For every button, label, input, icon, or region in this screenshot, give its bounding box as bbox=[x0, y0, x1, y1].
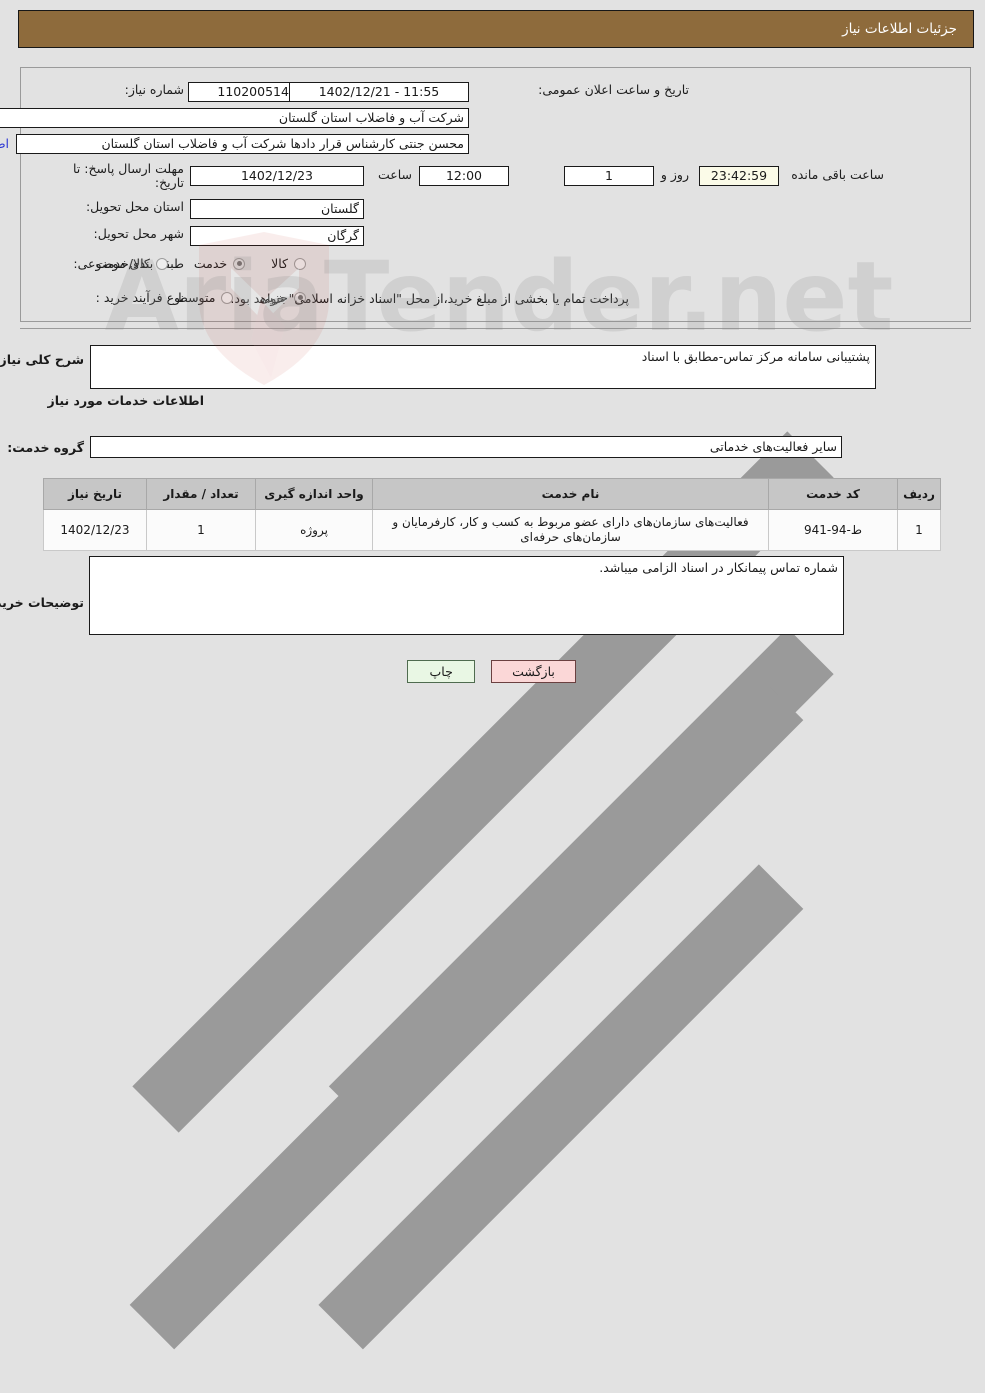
process-option-label: متوسط bbox=[177, 290, 217, 305]
remaining-days-value: 1 bbox=[565, 166, 655, 186]
table-header-code: کد خدمت bbox=[769, 478, 899, 510]
need-info-panel bbox=[21, 67, 972, 322]
buyer-contact-link[interactable]: اطلاعات تماس خریدار bbox=[0, 136, 10, 151]
cell-code: ط-94-941 bbox=[769, 509, 899, 551]
back-button[interactable]: بازگشت bbox=[492, 660, 577, 683]
province-row: استان محل تحویل: bbox=[63, 199, 185, 214]
deadline-date-value: 1402/12/23 bbox=[191, 166, 365, 186]
category-option-label: کالا bbox=[272, 256, 289, 271]
cell-date: 1402/12/23 bbox=[44, 509, 148, 551]
button-bar: بازگشت چاپ bbox=[0, 660, 985, 683]
announce-datetime-label-wrap: تاریخ و ساعت اعلان عمومی: bbox=[539, 82, 690, 97]
hour-label: ساعت bbox=[378, 167, 413, 182]
city-label: شهر محل تحویل: bbox=[94, 226, 185, 241]
buyer-notes-label: توضیحات خریدار: bbox=[0, 595, 85, 610]
announce-datetime-label: تاریخ و ساعت اعلان عمومی: bbox=[539, 82, 690, 97]
deadline-label: مهلت ارسال پاسخ: تا تاریخ: bbox=[74, 161, 185, 190]
table-header-radif: ردیف bbox=[898, 478, 942, 510]
table-header-row: ردیف کد خدمت نام خدمت واحد اندازه گیری ت… bbox=[44, 478, 942, 510]
cell-qty: 1 bbox=[147, 509, 257, 551]
table-header-unit: واحد اندازه گیری bbox=[256, 478, 374, 510]
days-and-label: روز و bbox=[661, 167, 690, 182]
deadline-label-wrap: مهلت ارسال پاسخ: تا تاریخ: bbox=[60, 162, 185, 190]
description-textarea[interactable]: پشتیبانی سامانه مرکز تماس-مطابق با اسناد bbox=[91, 345, 877, 389]
radio-icon[interactable] bbox=[234, 257, 247, 270]
cell-radif: 1 bbox=[898, 509, 942, 551]
table-header-name: نام خدمت bbox=[373, 478, 770, 510]
buyer-org-value: شرکت آب و فاضلاب استان گلستان bbox=[0, 108, 470, 128]
category-option-kala-khedmat[interactable]: کالا/خدمت bbox=[96, 256, 169, 271]
city-value: گرگان bbox=[191, 226, 365, 246]
page-title: جزئیات اطلاعات نیاز bbox=[843, 21, 958, 37]
resize-grip-icon[interactable] bbox=[90, 635, 845, 1390]
table-row: 1 ط-94-941 فعالیت‌های سازمان‌های دارای ع… bbox=[44, 509, 942, 551]
radio-icon[interactable] bbox=[156, 257, 169, 270]
description-label: شرح کلی نیاز: bbox=[0, 352, 85, 367]
deadline-time-value: 12:00 bbox=[420, 166, 510, 186]
category-option-label: خدمت bbox=[194, 256, 229, 271]
page-header: جزئیات اطلاعات نیاز bbox=[19, 10, 975, 48]
remaining-time-value: 23:42:59 bbox=[700, 166, 780, 186]
process-option-motavaset[interactable]: متوسط bbox=[177, 290, 235, 305]
table-header-qty: تعداد / مقدار bbox=[147, 478, 257, 510]
cell-unit: پروژه bbox=[256, 509, 374, 551]
service-group-value: سایر فعالیت‌های خدماتی bbox=[91, 436, 843, 458]
category-option-kala[interactable]: کالا bbox=[272, 256, 307, 271]
city-row: شهر محل تحویل: bbox=[63, 226, 185, 241]
services-section-title: اطلاعات خدمات مورد نیاز bbox=[48, 393, 206, 408]
buyer-notes-textarea[interactable]: شماره تماس پیمانکار در اسناد الزامی میبا… bbox=[90, 556, 845, 635]
service-group-label: گروه خدمت: bbox=[8, 440, 85, 455]
category-option-khedmat[interactable]: خدمت bbox=[194, 256, 247, 271]
category-option-label: کالا/خدمت bbox=[96, 256, 151, 271]
category-radio-group[interactable]: کالا خدمت کالا/خدمت bbox=[70, 256, 307, 271]
process-note: پرداخت تمام یا بخشی از مبلغ خرید،از محل … bbox=[231, 291, 630, 306]
radio-icon[interactable] bbox=[295, 257, 307, 270]
need-number-row: شماره نیاز: bbox=[63, 82, 185, 97]
remaining-suffix-label: ساعت باقی مانده bbox=[792, 167, 885, 182]
table-header-date: تاریخ نیاز bbox=[44, 478, 148, 510]
province-label: استان محل تحویل: bbox=[86, 199, 185, 214]
services-table: ردیف کد خدمت نام خدمت واحد اندازه گیری ت… bbox=[44, 478, 942, 551]
need-number-label: شماره نیاز: bbox=[125, 82, 185, 97]
print-button[interactable]: چاپ bbox=[408, 660, 477, 683]
announce-datetime-value: 11:55 - 1402/12/21 bbox=[290, 82, 470, 102]
cell-name: فعالیت‌های سازمان‌های دارای عضو مربوط به… bbox=[373, 509, 770, 551]
province-value: گلستان bbox=[191, 199, 365, 219]
creator-value: محسن جنتی کارشناس قرار دادها شرکت آب و ف… bbox=[17, 134, 470, 154]
